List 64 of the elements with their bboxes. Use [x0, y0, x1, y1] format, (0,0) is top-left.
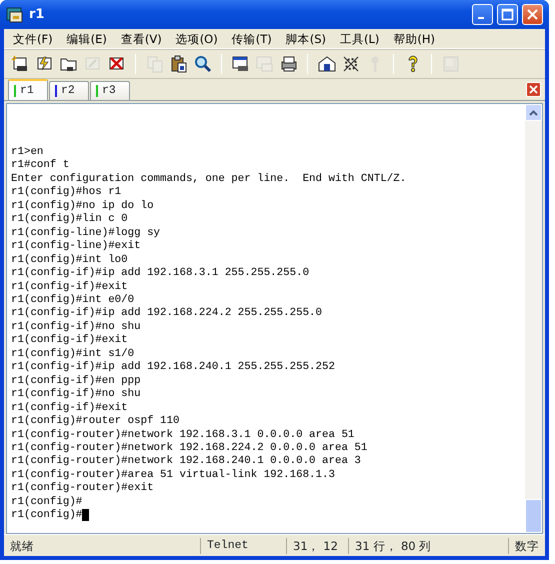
close-tab-button[interactable] [526, 82, 541, 97]
minimize-button[interactable] [472, 4, 493, 25]
terminal-line: r1(config-if)#en ppp [11, 374, 142, 388]
close-button[interactable] [522, 4, 543, 25]
maximize-icon [502, 8, 514, 20]
terminal-line: r1(config)#int lo0 [11, 254, 129, 267]
terminal-line: r1(config-if)#ip add 192.168.3.1 255.255.255.0 [11, 267, 310, 281]
menu-item[interactable]: 传输(T) [224, 30, 279, 48]
session-tab[interactable]: r3 [90, 81, 130, 100]
search-icon[interactable] [192, 54, 212, 74]
minimize-icon [478, 17, 484, 19]
terminal-line: r1(config-if)#exit [11, 334, 129, 348]
terminal-line: r1(config-if)#ip add 192.168.224.2 255.255.255.0 [11, 307, 324, 321]
terminal-line: r1(config-line)#logg sy [11, 226, 162, 240]
terminal-line: r1(config-router)#area 51 virtual-link 192.168.1.3 [11, 468, 336, 482]
terminal-line: r1(config-router)#exit [11, 482, 155, 496]
window-icon[interactable] [230, 54, 250, 74]
tab-label: r3 [102, 83, 116, 100]
protocol-text: Telnet [200, 538, 286, 554]
terminal-line: r1(config)#lin c 0 [11, 213, 129, 227]
terminal-line: r1(config-if)#ip add 192.168.240.1 255.255.255.252 [11, 361, 336, 375]
session-tab[interactable]: r1 [8, 79, 48, 100]
scrollbar[interactable] [525, 104, 542, 533]
paste-icon[interactable] [168, 54, 188, 74]
terminal-line: r1(config-if)#no shu [11, 320, 142, 334]
menu-item[interactable]: 编辑(E) [60, 30, 114, 48]
menu-item[interactable]: 文件(F) [6, 30, 60, 48]
terminal-line: r1(config-router)#network 192.168.224.2 0.0.0.0 area 51 [11, 442, 368, 455]
status-text: 就绪 [9, 538, 35, 554]
terminal-line: r1(config)#no ip do lo [11, 200, 155, 213]
session-tab[interactable]: r2 [49, 81, 89, 100]
window-title: r1 [29, 6, 44, 24]
terminal-line: r1(config)#int e0/0 [11, 294, 136, 307]
scroll-up-button[interactable] [525, 104, 542, 121]
terminal-line: r1(config)# [11, 509, 82, 523]
menu-item[interactable]: 工具(L) [333, 30, 386, 48]
terminal-line: r1(config)#router ospf 110 [11, 415, 180, 429]
terminal-line: r1>en [11, 146, 44, 159]
terminal-line: r1(config-if)#exit [11, 402, 129, 415]
terminal-line: r1(config)# [11, 496, 84, 509]
cursor-position: 31， 12 [286, 538, 348, 554]
tab-label: r1 [20, 82, 34, 99]
menu-item[interactable]: 选项(O) [168, 30, 225, 48]
terminal-line: r1(config)#int s1/0 [11, 348, 136, 361]
tab-label: r2 [61, 83, 75, 100]
terminal-line: r1(config-if)#exit [11, 280, 129, 294]
terminal-size: 31 行， 80 列 [348, 538, 444, 554]
close-icon [527, 9, 538, 20]
menu-item[interactable]: 查看(V) [114, 30, 169, 48]
close-icon [529, 85, 538, 94]
menu-item[interactable]: 帮助(H) [386, 30, 442, 48]
terminal-line: r1#conf t [11, 159, 70, 173]
terminal-line: r1(config-if)#no shu [11, 388, 142, 402]
terminal-line: r1(config-router)#network 192.168.240.1 0.0.0.0 area 3 [11, 455, 362, 469]
menu-item[interactable]: 脚本(S) [278, 30, 333, 48]
terminal-line: r1(config-line)#exit [11, 240, 142, 254]
terminal-line: Enter configuration commands, one per line. End with CNTL/Z. [11, 172, 408, 186]
terminal-line: r1(config)#hos r1 [11, 186, 122, 200]
scroll-thumb[interactable] [525, 499, 542, 533]
printer-icon[interactable] [278, 54, 298, 74]
maximize-button[interactable] [497, 4, 518, 25]
num-lock-indicator: 数字 [508, 538, 545, 554]
terminal-line: r1(config-router)#network 192.168.3.1 0.0.0.0 area 51 [11, 428, 356, 442]
app-icon [6, 6, 23, 22]
